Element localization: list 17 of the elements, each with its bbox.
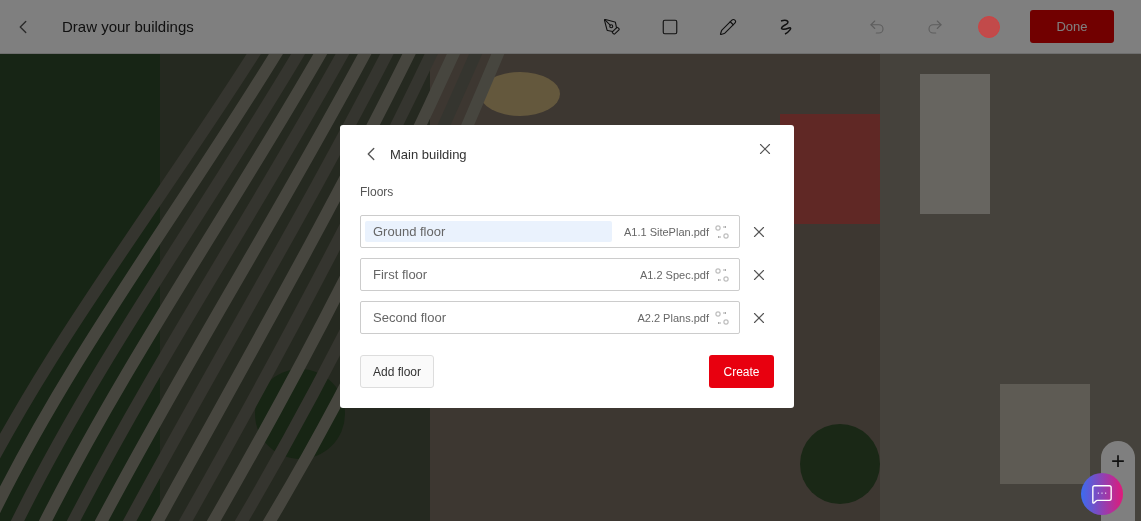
add-floor-button[interactable]: Add floor [360, 355, 435, 388]
dialog-title: Main building [390, 146, 468, 162]
chat-icon [1091, 483, 1113, 505]
color-swatch[interactable] [978, 15, 1000, 38]
file-name: A1.2 Spec.pdf [639, 268, 709, 281]
done-button[interactable]: Done [1030, 10, 1114, 43]
floor-name: First floor [372, 266, 429, 284]
floor-field[interactable]: Second floor A2.2 Plans.pdf [360, 301, 740, 334]
floor-field[interactable]: First floor A1.2 Spec.pdf [360, 258, 740, 291]
page-title: Draw your buildings [62, 18, 195, 35]
floor-name: Ground floor [365, 221, 612, 242]
floor-name: Second floor [372, 309, 447, 327]
create-button[interactable]: Create [709, 355, 774, 388]
file-name: A1.1 SitePlan.pdf [624, 225, 709, 238]
file-name: A2.2 Plans.pdf [637, 311, 709, 324]
section-label: Floors [360, 185, 395, 199]
floor-field[interactable]: Ground floor A1.1 SitePlan.pdf [360, 215, 740, 248]
